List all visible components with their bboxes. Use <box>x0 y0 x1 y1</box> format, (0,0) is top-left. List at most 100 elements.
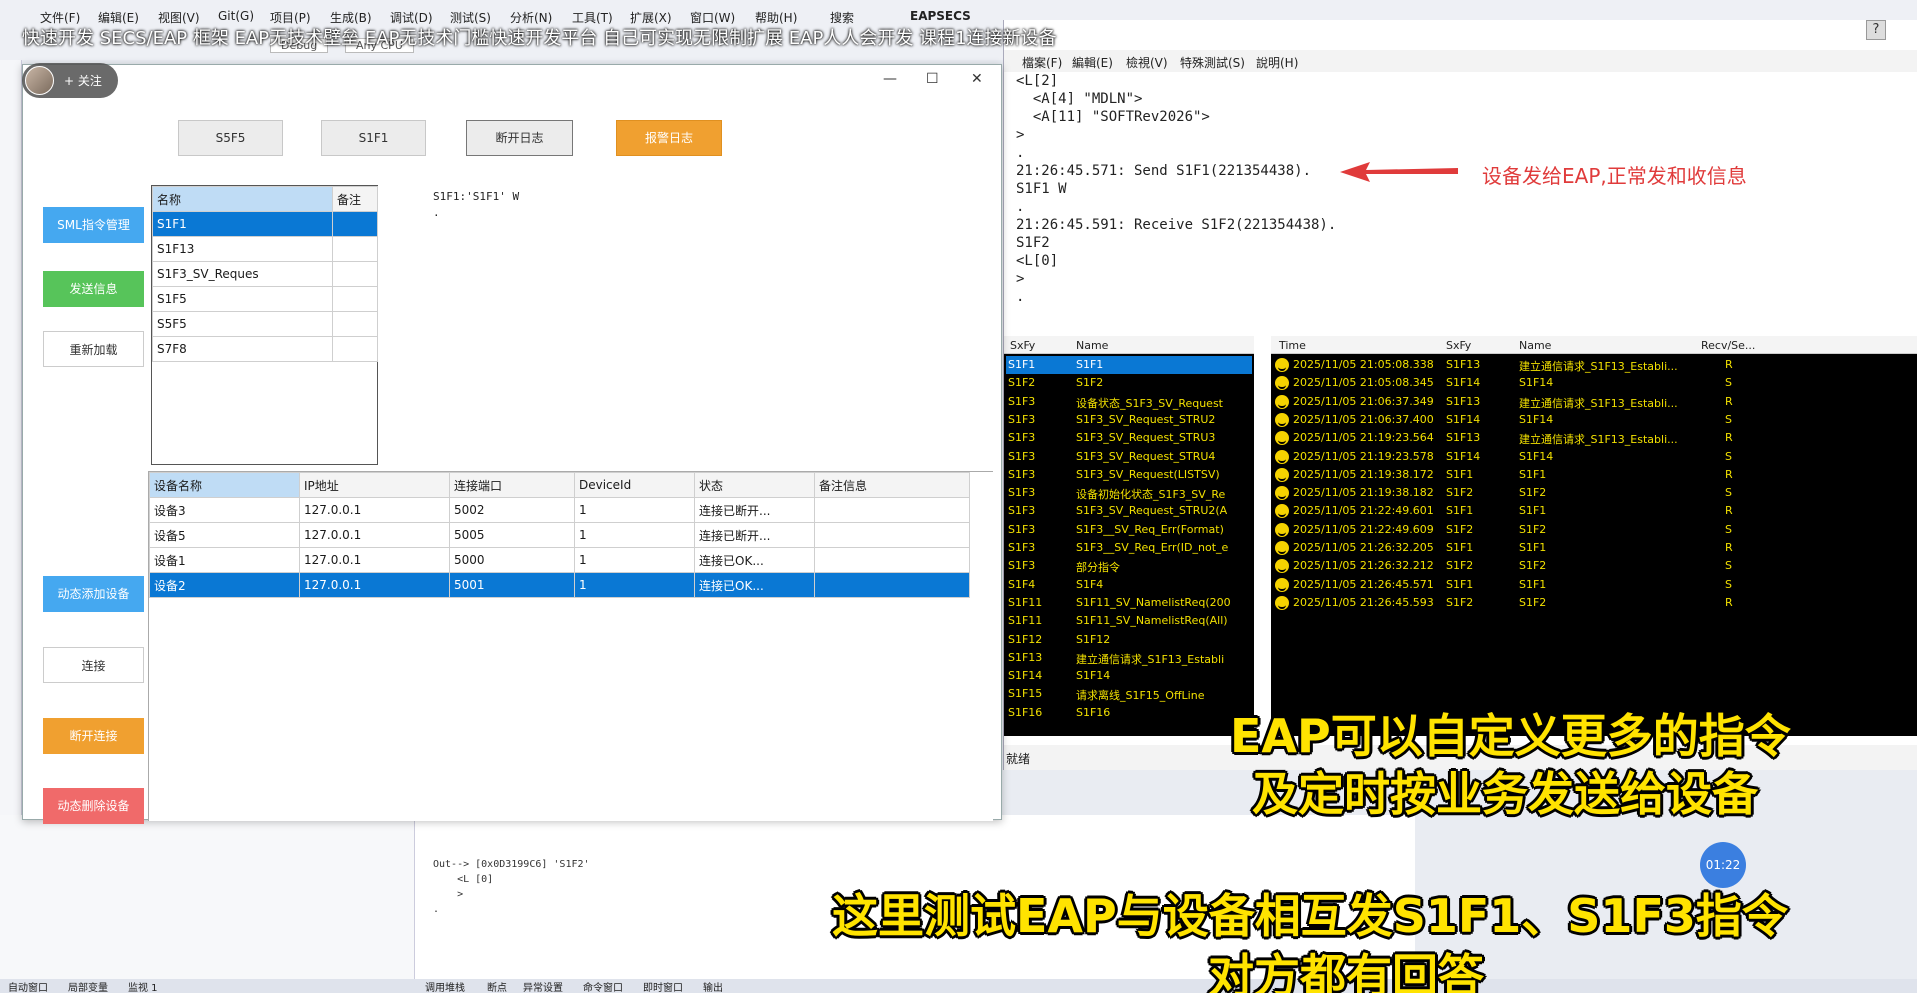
message-row[interactable]: S1F1 S1F1 <box>1006 356 1252 374</box>
message-row[interactable]: S1F16 S1F16 <box>1006 704 1252 722</box>
device-remark <box>814 572 970 598</box>
tab-exceptions[interactable]: 异常设置 <box>523 979 563 993</box>
col-sxfy[interactable]: SxFy <box>1446 339 1471 352</box>
message-name: S1F3_SV_Request_STRU3 <box>1076 431 1216 445</box>
col-port[interactable]: 连接端口 <box>449 472 575 498</box>
log-row[interactable]: 2025/11/05 21:19:23.578 S1F14 S1F14 S <box>1273 448 1913 466</box>
message-sxfy: S1F11 <box>1008 614 1043 628</box>
tab-callstack[interactable]: 调用堆栈 <box>425 979 465 993</box>
col-sxfy[interactable]: SxFy <box>1010 339 1035 352</box>
col-recv-send[interactable]: Recv/Se... <box>1701 339 1755 352</box>
log-row[interactable]: 2025/11/05 21:05:08.345 S1F14 S1F14 S <box>1273 374 1913 392</box>
message-row[interactable]: S1F3 S1F3_SV_Request_STRU4 <box>1006 448 1252 466</box>
secs-menu-view[interactable]: 檢視(V) <box>1126 54 1168 71</box>
secs-menu-help[interactable]: 說明(H) <box>1256 54 1298 71</box>
command-row[interactable]: S1F13 <box>152 236 378 262</box>
message-row[interactable]: S1F11 S1F11_SV_NamelistReq(All) <box>1006 612 1252 630</box>
log-row[interactable]: 2025/11/05 21:22:49.601 S1F1 S1F1 R <box>1273 502 1913 520</box>
device-remark <box>814 497 970 523</box>
tab-watch[interactable]: 监视 1 <box>128 979 158 993</box>
message-row[interactable]: S1F15 请求离线_S1F15_OffLine <box>1006 685 1252 703</box>
message-row[interactable]: S1F14 S1F14 <box>1006 667 1252 685</box>
col-name[interactable]: Name <box>1519 339 1551 352</box>
message-row[interactable]: S1F3 S1F3__SV_Req_Err(ID_not_e <box>1006 539 1252 557</box>
col-note[interactable]: 备注 <box>332 186 378 212</box>
log-row[interactable]: 2025/11/05 21:06:37.349 S1F13 建立通信请求_S1F13… <box>1273 393 1913 411</box>
device-row[interactable]: 设备3 127.0.0.1 5002 1 连接已断开... <box>149 497 970 523</box>
command-row[interactable]: S5F5 <box>152 311 378 337</box>
log-row[interactable]: 2025/11/05 21:06:37.400 S1F14 S1F14 S <box>1273 411 1913 429</box>
log-row[interactable]: 2025/11/05 21:26:32.212 S1F2 S1F2 S <box>1273 557 1913 575</box>
command-row[interactable]: S7F8 <box>152 336 378 362</box>
tab-output[interactable]: 输出 <box>703 979 723 993</box>
log-row[interactable]: 2025/11/05 21:05:08.338 S1F13 建立通信请求_S1F13… <box>1273 356 1913 374</box>
device-row[interactable]: 设备1 127.0.0.1 5000 1 连接已OK... <box>149 547 970 573</box>
log-time: 2025/11/05 21:22:49.601 <box>1293 504 1434 518</box>
command-row[interactable]: S1F1 <box>152 211 378 237</box>
add-device-button[interactable]: 动态添加设备 <box>43 576 144 612</box>
s5f5-button[interactable]: S5F5 <box>178 120 283 156</box>
sml-text-editor[interactable]: S1F1:'S1F1' W . <box>433 185 993 455</box>
sml-manage-button[interactable]: SML指令管理 <box>43 207 144 243</box>
command-row[interactable]: S1F5 <box>152 286 378 312</box>
disconnect-button[interactable]: 断开连接 <box>43 718 144 754</box>
maximize-button[interactable]: ☐ <box>926 71 939 87</box>
message-row[interactable]: S1F3 设备状态_S1F3_SV_Request <box>1006 393 1252 411</box>
device-row[interactable]: 设备5 127.0.0.1 5005 1 连接已断开... <box>149 522 970 548</box>
col-device-name[interactable]: 设备名称 <box>149 472 300 498</box>
secs-menu-edit[interactable]: 編輯(E) <box>1072 54 1113 71</box>
log-recv-send: R <box>1725 595 1733 609</box>
message-row[interactable]: S1F12 S1F12 <box>1006 631 1252 649</box>
log-row[interactable]: 2025/11/05 21:19:38.172 S1F1 S1F1 R <box>1273 466 1913 484</box>
command-row[interactable]: S1F3_SV_Reques <box>152 261 378 287</box>
alarm-log-button[interactable]: 报警日志 <box>616 120 722 156</box>
message-name: 请求离线_S1F15_OffLine <box>1076 689 1205 703</box>
follow-button[interactable]: + 关注 <box>22 63 118 98</box>
tab-breakpoints[interactable]: 断点 <box>487 979 507 993</box>
tab-immediate[interactable]: 即时窗口 <box>643 979 683 993</box>
send-message-button[interactable]: 发送信息 <box>43 271 144 307</box>
connect-button[interactable]: 连接 <box>43 647 144 683</box>
col-device-id[interactable]: DeviceId <box>574 472 695 498</box>
smiley-icon <box>1275 595 1289 610</box>
reload-button[interactable]: 重新加载 <box>43 331 144 367</box>
tab-locals[interactable]: 局部变量 <box>68 979 108 993</box>
log-row[interactable]: 2025/11/05 21:26:45.593 S1F2 S1F2 R <box>1273 594 1913 612</box>
log-row[interactable]: 2025/11/05 21:19:38.182 S1F2 S1F2 S <box>1273 484 1913 502</box>
log-row[interactable]: 2025/11/05 21:26:32.205 S1F1 S1F1 R <box>1273 539 1913 557</box>
secs-menu-file[interactable]: 檔案(F) <box>1022 54 1062 71</box>
message-row[interactable]: S1F13 建立通信请求_S1F13_Establi <box>1006 649 1252 667</box>
log-row[interactable]: 2025/11/05 21:19:23.564 S1F13 建立通信请求_S1F13… <box>1273 429 1913 447</box>
message-row[interactable]: S1F3 设备初始化状态_S1F3_SV_Re <box>1006 484 1252 502</box>
minimize-button[interactable]: — <box>883 71 897 87</box>
message-row[interactable]: S1F3 部分指令 <box>1006 557 1252 575</box>
device-row[interactable]: 设备2 127.0.0.1 5001 1 连接已OK... <box>149 572 970 598</box>
col-name[interactable]: 名称 <box>152 186 333 212</box>
log-recv-send: R <box>1725 431 1733 445</box>
message-row[interactable]: S1F4 S1F4 <box>1006 576 1252 594</box>
col-status[interactable]: 状态 <box>694 472 815 498</box>
message-row[interactable]: S1F3 S1F3_SV_Request_STRU2(A <box>1006 502 1252 520</box>
secs-menu-special-test[interactable]: 特殊測試(S) <box>1180 54 1245 71</box>
s1f1-button[interactable]: S1F1 <box>321 120 426 156</box>
message-row[interactable]: S1F3 S1F3_SV_Request_STRU3 <box>1006 429 1252 447</box>
col-remark[interactable]: 备注信息 <box>814 472 970 498</box>
vs-menu-git[interactable]: Git(G) <box>218 9 254 23</box>
close-button[interactable]: ✕ <box>971 71 983 87</box>
col-name[interactable]: Name <box>1076 339 1108 352</box>
command-name: S1F5 <box>152 286 333 312</box>
col-ip[interactable]: IP地址 <box>299 472 450 498</box>
help-icon[interactable]: ? <box>1866 20 1886 40</box>
message-row[interactable]: S1F3 S1F3__SV_Req_Err(Format) <box>1006 521 1252 539</box>
delete-device-button[interactable]: 动态删除设备 <box>43 788 144 824</box>
log-row[interactable]: 2025/11/05 21:26:45.571 S1F1 S1F1 S <box>1273 576 1913 594</box>
message-row[interactable]: S1F3 S1F3_SV_Request_STRU2 <box>1006 411 1252 429</box>
tab-command[interactable]: 命令窗口 <box>583 979 623 993</box>
col-time[interactable]: Time <box>1279 339 1306 352</box>
tab-autos[interactable]: 自动窗口 <box>8 979 48 993</box>
disconnect-log-button[interactable]: 断开日志 <box>466 120 573 156</box>
message-row[interactable]: S1F3 S1F3_SV_Request(LISTSV) <box>1006 466 1252 484</box>
log-row[interactable]: 2025/11/05 21:22:49.609 S1F2 S1F2 S <box>1273 521 1913 539</box>
message-row[interactable]: S1F11 S1F11_SV_NamelistReq(200 <box>1006 594 1252 612</box>
message-row[interactable]: S1F2 S1F2 <box>1006 374 1252 392</box>
